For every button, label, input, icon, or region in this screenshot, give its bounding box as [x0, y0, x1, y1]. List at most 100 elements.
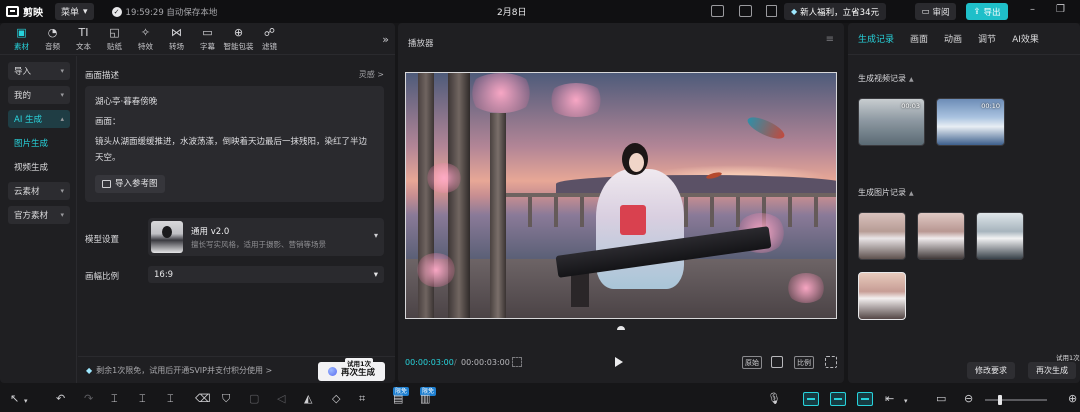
tab-label: 音频: [45, 41, 60, 51]
magnet-icon[interactable]: [830, 392, 846, 406]
chevron-down-icon[interactable]: ▾: [24, 395, 28, 407]
promo-button[interactable]: ◆ 新人福利，立省34元: [784, 3, 886, 20]
inspire-link[interactable]: 灵感 >: [359, 69, 384, 81]
tab-media[interactable]: ▣ 素材: [6, 23, 37, 55]
ratio-button[interactable]: 比例: [794, 356, 814, 369]
sub-item-video-generate[interactable]: 视频生成: [8, 158, 70, 176]
category-ai-generate[interactable]: AI 生成 ▴: [8, 110, 70, 128]
cherry-blossom: [546, 83, 606, 117]
regenerate-button[interactable]: 再次生成 试用1次: [318, 358, 385, 381]
caption-icon[interactable]: ▭: [936, 393, 946, 405]
link-main-track-icon[interactable]: [803, 392, 819, 406]
tab-transition[interactable]: ⋈ 转场: [161, 23, 192, 55]
split-icon[interactable]: ⌶: [111, 393, 118, 405]
tabs-more-icon[interactable]: »: [382, 33, 389, 46]
screenshot-icon[interactable]: [771, 356, 783, 368]
menu-button[interactable]: 菜单 ▾: [55, 3, 94, 20]
play-icon[interactable]: [615, 357, 623, 367]
current-time: 00:00:03:00: [405, 358, 454, 367]
tab-text[interactable]: TI 文本: [68, 23, 99, 55]
ai-expand-icon[interactable]: ▥: [420, 393, 430, 405]
export-button[interactable]: ⇪ 导出: [966, 3, 1008, 20]
tab-label: 文本: [76, 41, 91, 51]
image-thumbnail[interactable]: [858, 212, 906, 260]
tab-animation[interactable]: 动画: [944, 32, 962, 45]
microphone-icon[interactable]: 🎙: [767, 393, 781, 405]
playhead-handle[interactable]: [617, 326, 625, 330]
fullscreen-icon[interactable]: [825, 356, 837, 368]
prompt-textarea[interactable]: 湖心亭·暮春傍晚 画面： 镜头从湖面缓缓推进，水波荡漾，倒映着天边最后一抹残阳，…: [85, 86, 384, 202]
redo-icon[interactable]: ↷: [84, 393, 93, 405]
import-reference-button[interactable]: 导入参考图: [95, 175, 165, 193]
regenerate-button[interactable]: 再次生成: [1028, 362, 1076, 379]
tab-sticker[interactable]: ◱ 贴纸: [99, 23, 130, 55]
zoom-out-icon[interactable]: ⊖: [964, 393, 973, 405]
tab-picture[interactable]: 画面: [910, 32, 928, 45]
delete-icon[interactable]: ⌫: [195, 393, 211, 405]
tab-subtitle[interactable]: ▭ 字幕: [192, 23, 223, 55]
minimize-icon[interactable]: –: [1030, 4, 1035, 15]
preview-axis-icon[interactable]: ⇤: [885, 393, 894, 405]
undo-icon[interactable]: ↶: [56, 393, 65, 405]
menu-icon[interactable]: ≡: [826, 34, 834, 45]
app-logo-icon: [6, 6, 19, 17]
image-thumbnail-selected[interactable]: [858, 272, 906, 320]
grid-icon[interactable]: [512, 357, 522, 367]
tab-adjust[interactable]: 调节: [978, 32, 996, 45]
tab-effects[interactable]: ✧ 特效: [130, 23, 161, 55]
image-thumbnail[interactable]: [976, 212, 1024, 260]
link-icon[interactable]: [857, 392, 873, 406]
model-name: 通用 v2.0: [191, 227, 230, 237]
export-label: 导出: [983, 7, 1001, 18]
quota-text[interactable]: 剩余1次限免，试用后开通SVIP并支付积分使用 >: [96, 365, 272, 376]
trial-tag: 试用1次: [1056, 354, 1080, 362]
image-history-heading[interactable]: 生成图片记录 ▲: [858, 187, 914, 198]
cursor-icon[interactable]: ↖: [10, 393, 19, 405]
video-history-heading[interactable]: 生成视频记录 ▲: [858, 73, 914, 84]
sub-item-image-generate[interactable]: 图片生成: [8, 134, 70, 152]
player-title: 播放器: [408, 39, 434, 49]
freeze-icon[interactable]: ▢: [249, 393, 259, 405]
model-thumbnail: [151, 221, 183, 253]
category-cloud[interactable]: 云素材 ▾: [8, 182, 70, 200]
trim-right-icon[interactable]: ⌶: [167, 393, 174, 405]
video-thumbnail[interactable]: 00:03: [858, 98, 925, 146]
zoom-slider-handle[interactable]: [998, 395, 1002, 405]
image-thumbnail[interactable]: [917, 212, 965, 260]
rotate-icon[interactable]: ◇: [332, 393, 340, 405]
time-separator: /: [454, 358, 457, 367]
modify-request-button[interactable]: 修改要求: [967, 362, 1015, 379]
tab-smart-pack[interactable]: ⊕ 智能包装: [223, 23, 254, 55]
model-description: 擅长写实风格，适用于摄影、营销等场景: [191, 240, 326, 249]
video-preview[interactable]: [405, 72, 837, 319]
category-official[interactable]: 官方素材 ▾: [8, 206, 70, 224]
shield-icon[interactable]: ⛉: [222, 393, 230, 405]
effects-icon: ✧: [140, 25, 151, 39]
tab-audio[interactable]: ◔ 音频: [37, 23, 68, 55]
trim-left-icon[interactable]: ⌶: [139, 393, 146, 405]
zoom-slider[interactable]: [985, 399, 1047, 401]
review-button[interactable]: ▭ 审阅: [915, 3, 956, 20]
ratio-select[interactable]: 16:9 ▾: [148, 266, 384, 283]
subtitle-icon: ▭: [202, 25, 213, 39]
cherry-blossom: [466, 73, 536, 113]
chevron-down-icon[interactable]: ▾: [904, 395, 908, 407]
model-select[interactable]: 通用 v2.0 擅长写实风格，适用于摄影、营销等场景 ▾: [148, 218, 384, 256]
zoom-in-icon[interactable]: ⊕: [1068, 393, 1077, 405]
crop-icon[interactable]: ⌗: [359, 393, 365, 405]
layout-icon[interactable]: [711, 5, 724, 17]
maximize-icon[interactable]: ❐: [1056, 4, 1065, 15]
shortcut-icon[interactable]: [766, 5, 777, 17]
reverse-icon[interactable]: ◁: [277, 393, 285, 405]
ai-edit-icon[interactable]: ▤: [393, 393, 403, 405]
tab-filter[interactable]: ☍ 滤镜: [254, 23, 285, 55]
panel-layout-icon[interactable]: [739, 5, 752, 17]
video-thumbnail[interactable]: 00:10: [936, 98, 1005, 146]
tab-ai-effects[interactable]: AI效果: [1012, 32, 1039, 45]
tab-generate-history[interactable]: 生成记录: [858, 32, 894, 45]
category-import[interactable]: 导入 ▾: [8, 62, 70, 80]
check-icon: ✓: [111, 6, 122, 17]
mirror-icon[interactable]: ◭: [304, 393, 312, 405]
original-button[interactable]: 原始: [742, 356, 762, 369]
category-mine[interactable]: 我的 ▾: [8, 86, 70, 104]
